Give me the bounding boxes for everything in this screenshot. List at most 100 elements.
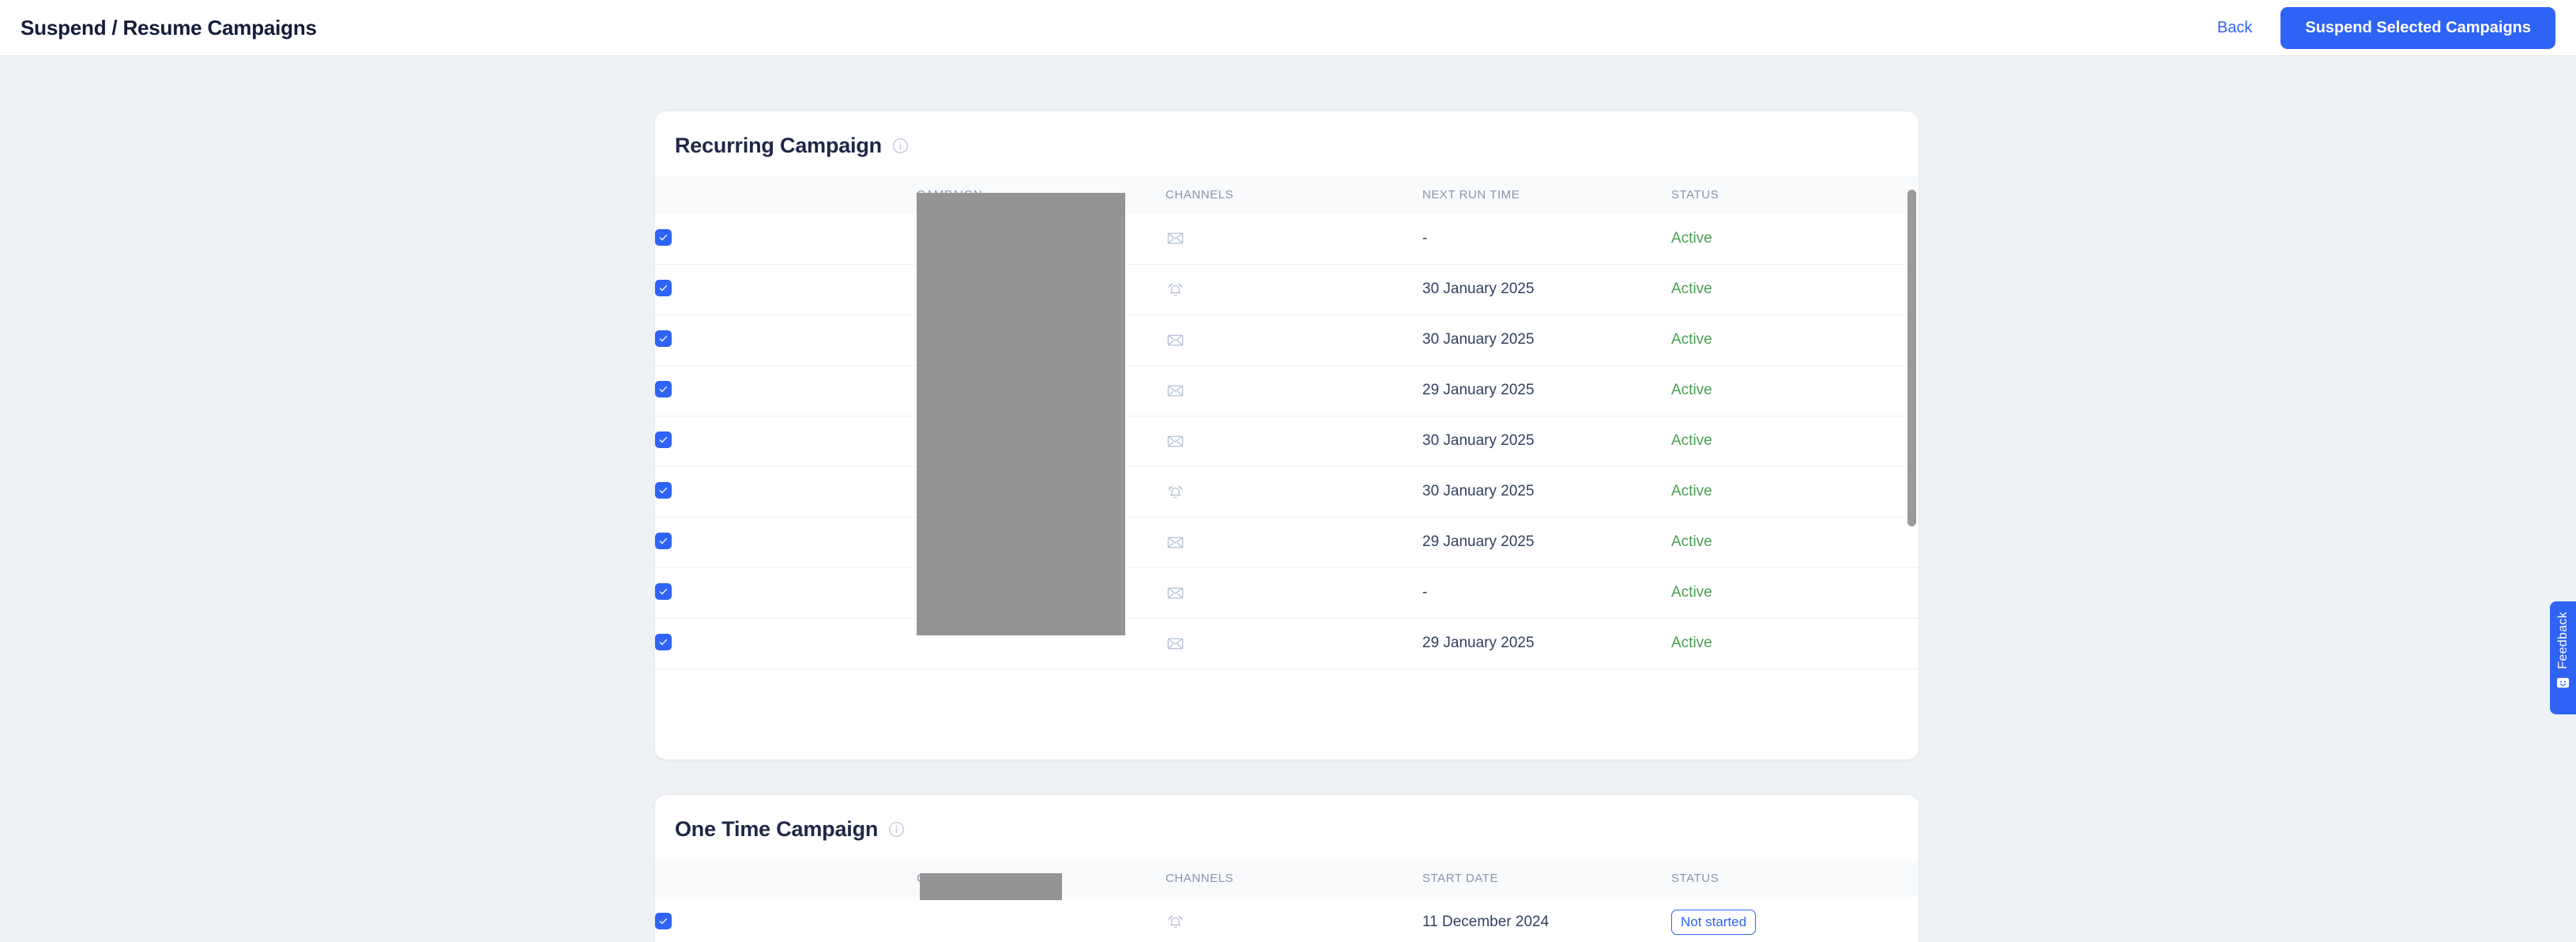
row-select-cell[interactable] (655, 567, 917, 619)
table-header-row: CAMPAIGN CHANNELS NEXT RUN TIME STATUS (655, 175, 1919, 213)
info-icon[interactable] (888, 821, 905, 838)
status-badge: Active (1671, 584, 1712, 601)
row-campaign-cell (917, 213, 1166, 265)
row-status-cell: Active (1671, 365, 1919, 416)
row-campaign-cell (917, 466, 1166, 518)
status-badge: Active (1671, 281, 1712, 297)
row-next-run-time-cell: 30 January 2025 (1422, 264, 1671, 315)
row-campaign-cell (917, 264, 1166, 315)
recurring-campaign-table: CAMPAIGN CHANNELS NEXT RUN TIME STATUS -… (655, 175, 1919, 669)
row-channels-cell (1166, 416, 1422, 467)
row-checkbox[interactable] (655, 634, 672, 650)
row-status-cell: Active (1671, 213, 1919, 265)
row-checkbox[interactable] (655, 912, 672, 929)
row-status-cell: Active (1671, 618, 1919, 669)
row-channels-cell (1166, 517, 1422, 568)
row-channels-cell (1166, 618, 1422, 669)
row-campaign-cell (917, 365, 1166, 416)
row-campaign-cell (917, 315, 1166, 366)
row-select-cell[interactable] (655, 897, 917, 942)
recurring-campaign-title: Recurring Campaign (675, 134, 882, 157)
row-campaign-cell (917, 416, 1166, 467)
row-checkbox[interactable] (655, 583, 672, 600)
table-row[interactable]: 29 January 2025 Active (655, 365, 1919, 416)
column-header-status: STATUS (1671, 871, 1719, 885)
table-row[interactable]: 30 January 2025 Active (655, 466, 1919, 518)
table-row[interactable]: - Active (655, 567, 1919, 619)
one-time-campaign-header: One Time Campaign (655, 795, 1919, 859)
row-select-cell[interactable] (655, 517, 917, 568)
vertical-scrollbar-thumb[interactable] (1908, 190, 1916, 526)
notification-icon (1166, 912, 1185, 932)
status-badge: Active (1671, 229, 1712, 247)
row-channels-cell (1166, 365, 1422, 416)
row-next-run-time-cell: 29 January 2025 (1422, 618, 1671, 669)
row-select-cell[interactable] (655, 365, 917, 416)
header-actions: Back Suspend Selected Campaigns (2217, 6, 2555, 49)
row-status-cell: Active (1671, 466, 1919, 518)
row-next-run-time-cell: 30 January 2025 (1422, 416, 1671, 467)
vertical-scrollbar[interactable] (1908, 175, 1916, 669)
row-next-run-time-cell: 29 January 2025 (1422, 365, 1671, 416)
table-header: CAMPAIGN CHANNELS START DATE STATUS (655, 859, 1919, 897)
email-icon (1166, 431, 1185, 451)
row-next-run-time-cell: 29 January 2025 (1422, 517, 1671, 568)
email-icon (1166, 228, 1185, 248)
row-select-cell[interactable] (655, 618, 917, 669)
feedback-label: Feedback (2555, 612, 2570, 669)
status-badge: Active (1671, 331, 1712, 348)
status-badge: Active (1671, 635, 1712, 651)
row-select-cell[interactable] (655, 264, 917, 315)
row-select-cell[interactable] (655, 315, 917, 366)
status-badge: Active (1671, 533, 1712, 550)
row-select-cell[interactable] (655, 213, 917, 265)
feedback-smiley-icon (2556, 676, 2570, 690)
column-header-start-date: START DATE (1422, 871, 1499, 885)
row-channels-cell (1166, 567, 1422, 619)
row-next-run-time-cell: 30 January 2025 (1422, 466, 1671, 518)
table-row[interactable]: 29 January 2025 Active (655, 517, 1919, 568)
row-checkbox[interactable] (655, 228, 672, 246)
table-row[interactable]: 30 January 2025 Active (655, 416, 1919, 467)
row-channels-cell (1166, 897, 1422, 942)
row-status-cell: Not started (1671, 897, 1919, 942)
feedback-tab[interactable]: Feedback (2550, 601, 2576, 714)
row-campaign-cell (917, 897, 1166, 942)
column-header-select (655, 175, 917, 213)
email-icon (1166, 583, 1185, 603)
one-time-campaign-title: One Time Campaign (675, 817, 879, 841)
email-icon (1166, 381, 1185, 401)
row-checkbox[interactable] (655, 482, 672, 499)
table-row[interactable]: - Active (655, 213, 1919, 265)
row-select-cell[interactable] (655, 466, 917, 518)
email-icon (1166, 533, 1185, 552)
row-checkbox[interactable] (655, 533, 672, 549)
row-checkbox[interactable] (655, 280, 672, 296)
table-row[interactable]: 11 December 2024 Not started (655, 897, 1919, 942)
table-row[interactable]: 29 January 2025 Active (655, 618, 1919, 669)
email-icon (1166, 330, 1185, 350)
recurring-campaign-card: Recurring Campaign CAMPAIGN CHANNELS NEX… (655, 111, 1919, 759)
row-checkbox[interactable] (655, 431, 672, 448)
row-checkbox[interactable] (655, 381, 672, 398)
table-row[interactable]: 30 January 2025 Active (655, 264, 1919, 315)
column-header-channels: CHANNELS (1166, 871, 1234, 885)
column-header-channels: CHANNELS (1166, 187, 1234, 202)
row-status-cell: Active (1671, 416, 1919, 467)
page-title: Suspend / Resume Campaigns (21, 15, 317, 40)
row-channels-cell (1166, 213, 1422, 265)
row-channels-cell (1166, 466, 1422, 518)
back-link[interactable]: Back (2217, 19, 2252, 37)
info-icon[interactable] (892, 138, 909, 154)
email-icon (1166, 634, 1185, 654)
row-checkbox[interactable] (655, 330, 672, 347)
suspend-selected-campaigns-button[interactable]: Suspend Selected Campaigns (2280, 6, 2555, 49)
row-campaign-cell (917, 567, 1166, 619)
row-select-cell[interactable] (655, 416, 917, 467)
row-channels-cell (1166, 264, 1422, 315)
one-time-campaign-table-body: 11 December 2024 Not started (655, 897, 1919, 942)
recurring-campaign-table-body: - Active 30 January 2025 Active 30 January 2… (655, 213, 1919, 669)
table-header: CAMPAIGN CHANNELS NEXT RUN TIME STATUS (655, 175, 1919, 213)
recurring-campaign-table-wrapper: CAMPAIGN CHANNELS NEXT RUN TIME STATUS -… (655, 175, 1919, 669)
table-row[interactable]: 30 January 2025 Active (655, 315, 1919, 366)
